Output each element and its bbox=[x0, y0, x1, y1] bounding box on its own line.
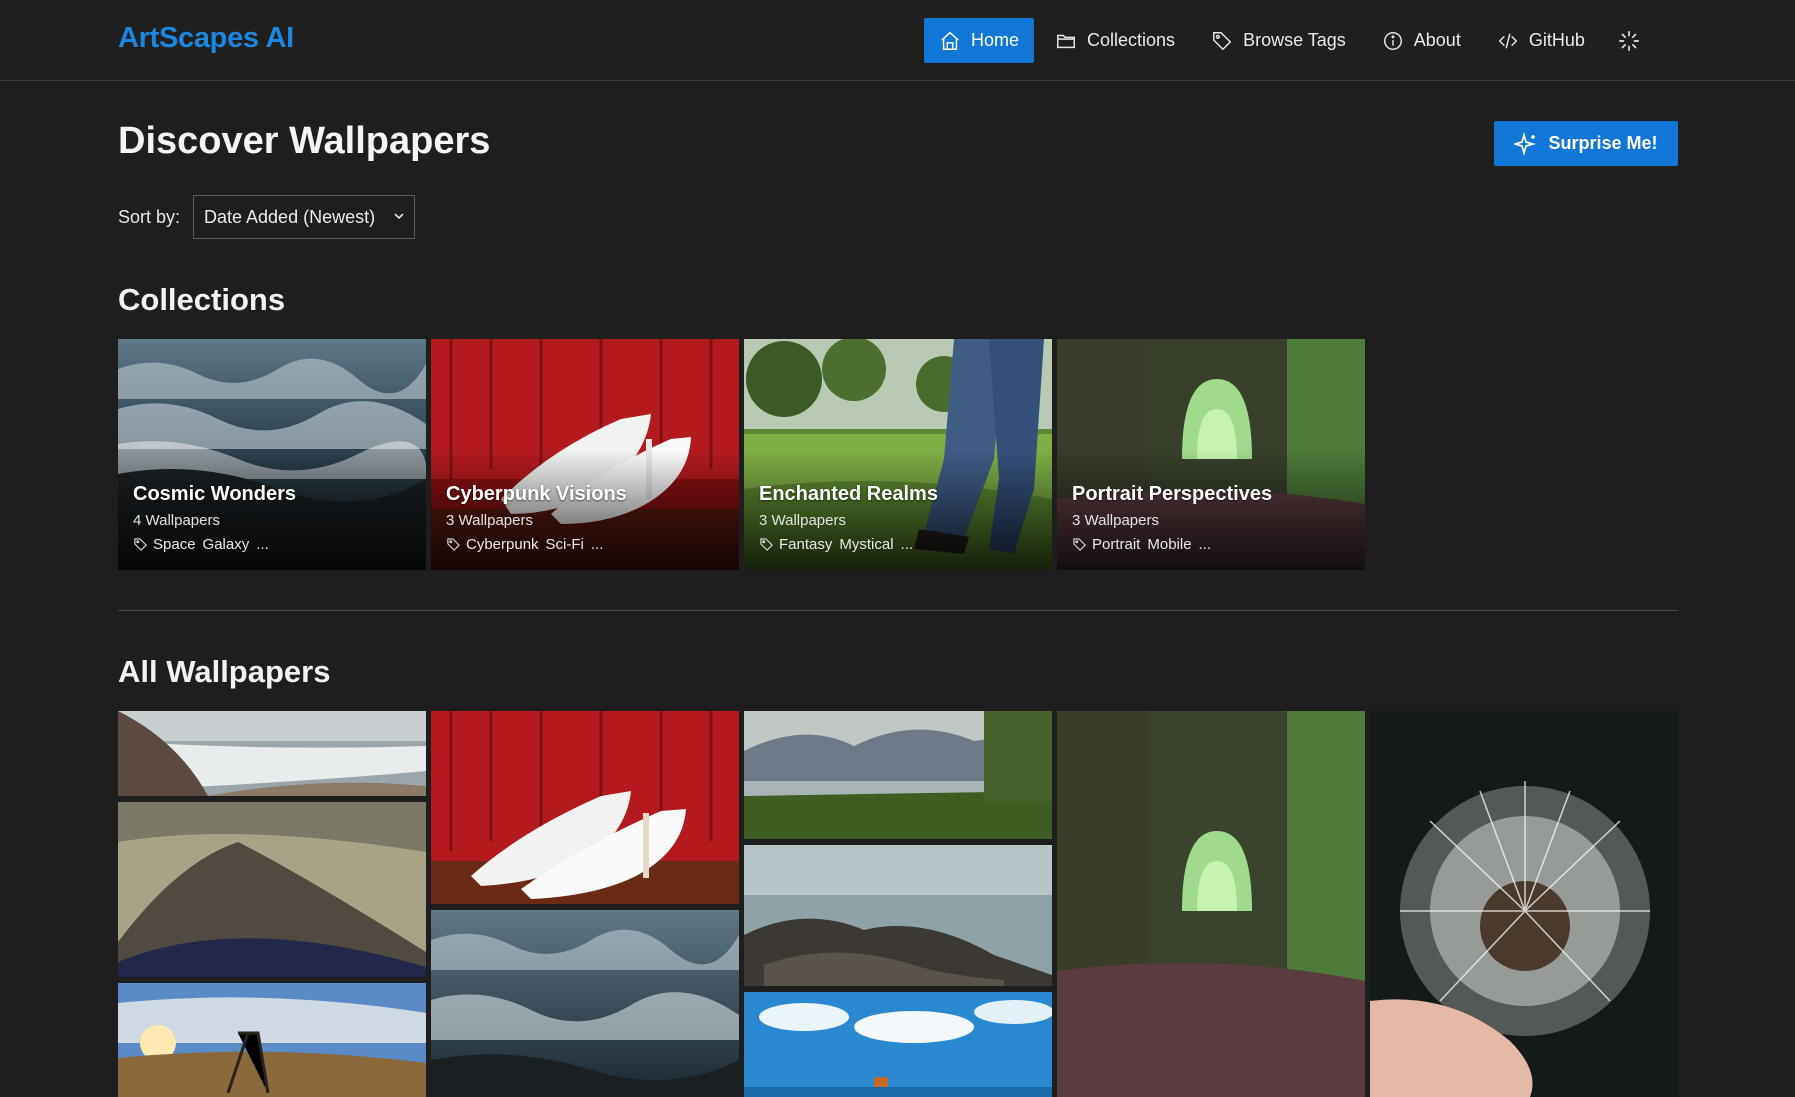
wallpaper-thumbnail-dandelion[interactable] bbox=[1370, 711, 1678, 1097]
collection-tag: Cyberpunk bbox=[466, 536, 539, 553]
collection-name: Enchanted Realms bbox=[759, 483, 938, 505]
wallpaper-thumbnail-lake[interactable] bbox=[744, 711, 1052, 839]
collection-tag: Space bbox=[153, 536, 196, 553]
sort-label: Sort by: bbox=[118, 207, 181, 227]
all-wallpapers-heading: All Wallpapers bbox=[118, 654, 331, 689]
brand-logo[interactable]: ArtScapes AI bbox=[118, 22, 294, 55]
wallpaper-image bbox=[744, 711, 1052, 839]
wallpaper-thumbnail-ocean-waves[interactable] bbox=[431, 910, 739, 1097]
wallpaper-thumbnail-tree-tunnel[interactable] bbox=[1057, 711, 1365, 1097]
folder-icon bbox=[1057, 34, 1075, 48]
nav-github[interactable]: GitHub bbox=[1482, 18, 1600, 63]
wallpaper-image bbox=[118, 802, 426, 977]
tag-icon bbox=[447, 538, 460, 551]
home-icon bbox=[941, 31, 959, 50]
wallpaper-thumbnail-rocky-shore[interactable] bbox=[744, 845, 1052, 986]
tag-icon bbox=[1073, 538, 1086, 551]
tag-icon bbox=[1213, 31, 1232, 50]
collection-tag-more: ... bbox=[1198, 536, 1212, 553]
collection-count: 3 Wallpapers bbox=[1072, 512, 1159, 529]
nav-collections[interactable]: Collections bbox=[1040, 18, 1190, 63]
collection-card-portrait-perspectives[interactable]: Portrait Perspectives 3 Wallpapers Portr… bbox=[1057, 339, 1365, 570]
collection-tag-more: ... bbox=[900, 536, 914, 553]
collection-name: Cosmic Wonders bbox=[133, 483, 296, 505]
collections-heading: Collections bbox=[118, 282, 286, 317]
collection-tags: Cyberpunk Sci-Fi ... bbox=[446, 536, 610, 553]
collection-tags: Fantasy Mystical ... bbox=[759, 536, 920, 553]
nav-browse-tags-label: Browse Tags bbox=[1243, 30, 1346, 50]
wallpaper-thumbnail-sunset-coast[interactable] bbox=[118, 983, 426, 1097]
section-divider bbox=[118, 610, 1678, 611]
collection-tag: Galaxy bbox=[202, 536, 250, 553]
nav-collections-label: Collections bbox=[1087, 30, 1176, 50]
nav-github-label: GitHub bbox=[1528, 30, 1585, 50]
top-navbar: ArtScapes AI Home Collections Browse Tag… bbox=[0, 0, 1795, 81]
collection-tag: Fantasy bbox=[779, 536, 833, 553]
collection-card-enchanted-realms[interactable]: Enchanted Realms 3 Wallpapers Fantasy My… bbox=[744, 339, 1052, 570]
surprise-me-button[interactable]: Surprise Me! bbox=[1494, 121, 1678, 166]
wallpaper-image bbox=[1370, 711, 1678, 1097]
collection-name: Cyberpunk Visions bbox=[446, 483, 627, 505]
collection-tag: Mobile bbox=[1147, 536, 1192, 553]
loading-spinner-icon bbox=[1618, 30, 1639, 51]
wallpaper-thumbnail-heels[interactable] bbox=[431, 711, 739, 904]
info-icon bbox=[1383, 31, 1402, 50]
nav-browse-tags[interactable]: Browse Tags bbox=[1196, 18, 1361, 63]
wallpaper-image bbox=[744, 992, 1052, 1097]
main-nav: Home Collections Browse Tags About GitHu… bbox=[924, 18, 1640, 63]
wallpaper-image bbox=[118, 711, 426, 796]
wallpaper-image bbox=[118, 983, 426, 1097]
sparkle-icon bbox=[1514, 131, 1537, 156]
collection-tag-more: ... bbox=[590, 536, 604, 553]
collection-tag: Portrait bbox=[1092, 536, 1141, 553]
nav-home-label: Home bbox=[971, 30, 1020, 50]
collection-count: 3 Wallpapers bbox=[759, 512, 846, 529]
nav-about[interactable]: About bbox=[1367, 18, 1476, 63]
wallpaper-image bbox=[431, 910, 739, 1097]
wallpaper-image bbox=[1057, 711, 1365, 1097]
collection-card-cosmic-wonders[interactable]: Cosmic Wonders 4 Wallpapers Space Galaxy… bbox=[118, 339, 426, 570]
wallpaper-thumbnail-blue-sky[interactable] bbox=[744, 992, 1052, 1097]
sort-select-value: Date Added (Newest) bbox=[204, 206, 376, 227]
wallpaper-image bbox=[431, 711, 739, 904]
tag-icon bbox=[760, 538, 773, 551]
collection-tags: Space Galaxy ... bbox=[133, 536, 276, 553]
surprise-me-label: Surprise Me! bbox=[1548, 133, 1658, 153]
wallpaper-image bbox=[744, 845, 1052, 986]
nav-home[interactable]: Home bbox=[924, 18, 1035, 63]
collection-card-cyberpunk-visions[interactable]: Cyberpunk Visions 3 Wallpapers Cyberpunk… bbox=[431, 339, 739, 570]
page-title: Discover Wallpapers bbox=[118, 120, 491, 162]
wallpaper-thumbnail-beach[interactable] bbox=[118, 711, 426, 796]
collection-tag-more: ... bbox=[256, 536, 269, 553]
collection-tag: Mystical bbox=[839, 536, 894, 553]
tag-icon bbox=[134, 538, 147, 551]
collection-name: Portrait Perspectives bbox=[1072, 483, 1273, 505]
collection-count: 3 Wallpapers bbox=[446, 512, 533, 529]
nav-about-label: About bbox=[1413, 30, 1461, 50]
sort-select[interactable]: Date Added (Newest) bbox=[193, 195, 415, 239]
collection-count: 4 Wallpapers bbox=[133, 512, 220, 529]
wallpaper-thumbnail-mountain[interactable] bbox=[118, 802, 426, 977]
code-icon bbox=[1498, 32, 1518, 49]
collection-tag: Sci-Fi bbox=[545, 536, 584, 553]
collection-tags: Portrait Mobile ... bbox=[1072, 536, 1218, 553]
chevron-down-icon bbox=[394, 213, 404, 220]
